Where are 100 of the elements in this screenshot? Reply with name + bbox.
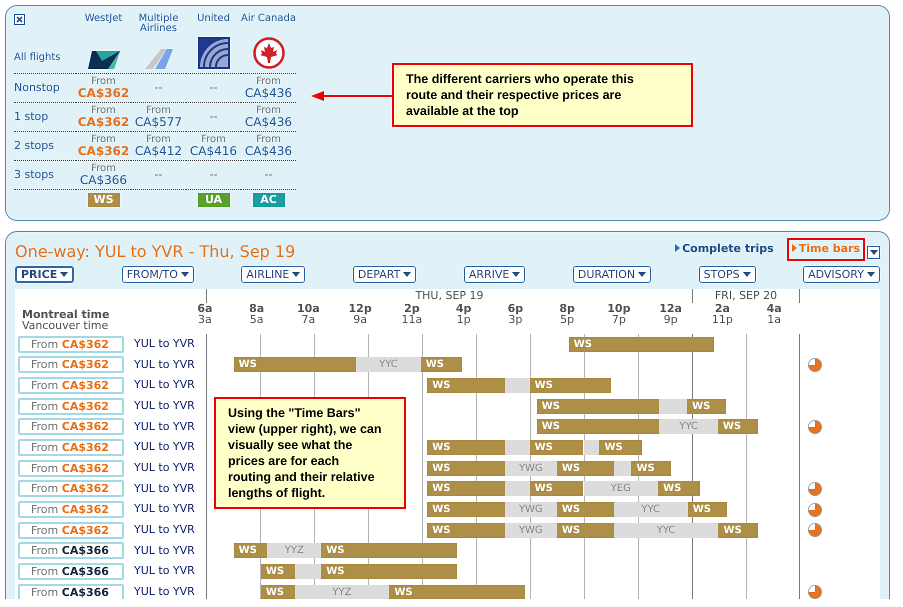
advisory-icon[interactable] — [808, 420, 822, 434]
advisory-icon[interactable] — [808, 585, 822, 599]
time-tick: 3p — [507, 314, 522, 325]
flight-bar: WS — [260, 584, 295, 599]
sort-button[interactable]: DEPART — [352, 266, 416, 283]
empty-cell: -- — [210, 83, 218, 93]
date-label: FRI, SEP 20 — [692, 289, 800, 303]
price-link[interactable]: CA$577 — [134, 116, 182, 128]
route-text: YUL to YVR — [134, 563, 195, 580]
fare-button[interactable]: From CA$366 — [18, 542, 124, 560]
sort-button[interactable]: PRICE — [15, 266, 74, 283]
layover-bar: YWG — [504, 522, 557, 538]
carrier-code-tag: UA — [198, 193, 230, 207]
swoosh-logo — [88, 49, 120, 69]
flight-bar: WS — [718, 522, 758, 538]
price-link[interactable]: CA$436 — [244, 145, 292, 157]
time-tick: 6a — [196, 303, 214, 314]
fare-button[interactable]: From CA$362 — [18, 522, 124, 539]
from-label: From — [146, 135, 171, 145]
price-link[interactable]: CA$366 — [80, 174, 128, 186]
flight-bar: WS — [631, 460, 671, 476]
fare-button[interactable]: From CA$366 — [18, 584, 124, 599]
caret-icon — [403, 272, 412, 277]
fare-button[interactable]: From CA$366 — [18, 563, 124, 580]
advisory-icon[interactable] — [808, 482, 822, 496]
caret-icon — [638, 272, 646, 277]
time-tick: 8a — [248, 303, 266, 314]
date-label: THU, SEP 19 — [206, 289, 692, 303]
flight-bar: WS — [688, 502, 727, 518]
time-tick: 1a — [766, 314, 782, 325]
flight-bar: WS — [234, 543, 268, 558]
sort-button[interactable]: ARRIVE — [464, 266, 526, 283]
price-link[interactable]: CA$436 — [244, 87, 292, 99]
route-text: YUL to YVR — [134, 377, 195, 394]
fare-button[interactable]: From CA$362 — [18, 336, 124, 353]
price-link[interactable]: CA$416 — [190, 145, 238, 157]
time-tick: 3a — [197, 314, 213, 325]
fare-button[interactable]: From CA$362 — [18, 460, 124, 477]
fare-button[interactable]: From CA$362 — [18, 398, 124, 415]
carrier-code-tag: AC — [252, 193, 284, 207]
carrier-name[interactable]: United — [197, 14, 230, 24]
advisory-icon[interactable] — [808, 523, 822, 538]
flight-bar: WS — [718, 419, 758, 434]
caret-icon — [60, 272, 68, 277]
flight-bar: WS — [427, 378, 505, 394]
route-text: YUL to YVR — [134, 336, 195, 352]
fare-button[interactable]: From CA$362 — [18, 501, 124, 518]
flight-bar: WS — [260, 564, 295, 580]
price-link[interactable]: CA$436 — [244, 116, 292, 128]
fare-button[interactable]: From CA$362 — [18, 439, 124, 456]
fare-button[interactable]: From CA$362 — [18, 377, 124, 394]
flight-bar: WS — [568, 336, 714, 352]
route-text: YUL to YVR — [134, 418, 195, 435]
flight-bar: WS — [658, 481, 700, 496]
carrier-name[interactable]: Multiple Airlines — [131, 14, 186, 34]
caret-icon — [180, 272, 189, 277]
time-tick: 7a — [300, 314, 316, 325]
empty-cell: -- — [210, 112, 218, 122]
flight-bar: WS — [556, 522, 614, 538]
sort-button[interactable]: DURATION — [572, 266, 652, 283]
time-tick: 5a — [248, 314, 264, 325]
empty-cell: -- — [264, 170, 272, 180]
time-tick: 6p — [506, 303, 524, 314]
carrier-name[interactable]: Air Canada — [241, 14, 296, 24]
fare-button[interactable]: From CA$362 — [18, 480, 124, 498]
carrier-code-tag: WS — [88, 193, 120, 207]
fare-button[interactable]: From CA$362 — [18, 418, 124, 436]
close-icon[interactable] — [14, 14, 25, 25]
sort-button[interactable]: ADVISORY — [803, 266, 880, 283]
advisory-icon[interactable] — [808, 358, 822, 372]
layover-bar: YYC — [659, 419, 718, 434]
advisory-icon[interactable] — [808, 502, 822, 517]
row-label[interactable]: Nonstop — [14, 83, 60, 93]
sort-button[interactable]: AIRLINE — [241, 266, 306, 283]
carrier-name[interactable]: WestJet — [84, 14, 122, 24]
from-label: From — [256, 135, 281, 145]
from-label: From — [256, 77, 281, 87]
flight-bar: WS — [234, 357, 356, 372]
flight-bar: WS — [530, 440, 584, 456]
sort-button[interactable]: STOPS — [698, 266, 756, 283]
sort-button[interactable]: FROM/TO — [122, 266, 194, 283]
route-text: YUL to YVR — [134, 439, 195, 456]
time-tick: 1p — [456, 314, 472, 325]
time-tick: 2a — [714, 303, 731, 314]
callout-note: The different carriers who operate this route and their respective prices are available at the top — [392, 63, 693, 127]
fare-button[interactable]: From CA$362 — [18, 356, 124, 374]
route-text: YUL to YVR — [134, 398, 195, 414]
flight-bar: WS — [427, 522, 505, 538]
flight-bar: WS — [321, 564, 457, 580]
flight-bar: WS — [530, 481, 584, 496]
row-label[interactable]: 3 stops — [14, 170, 54, 180]
view-link[interactable]: Complete trips — [670, 238, 779, 260]
price-link[interactable]: CA$412 — [134, 145, 182, 157]
empty-cell: -- — [210, 170, 218, 180]
row-label[interactable]: 2 stops — [14, 141, 54, 151]
row-label[interactable]: 1 stop — [14, 112, 48, 122]
flight-bar: WS — [420, 357, 462, 372]
route-text: YUL to YVR — [134, 480, 195, 497]
from-label: From — [201, 135, 226, 145]
dropdown-button[interactable] — [867, 246, 880, 259]
